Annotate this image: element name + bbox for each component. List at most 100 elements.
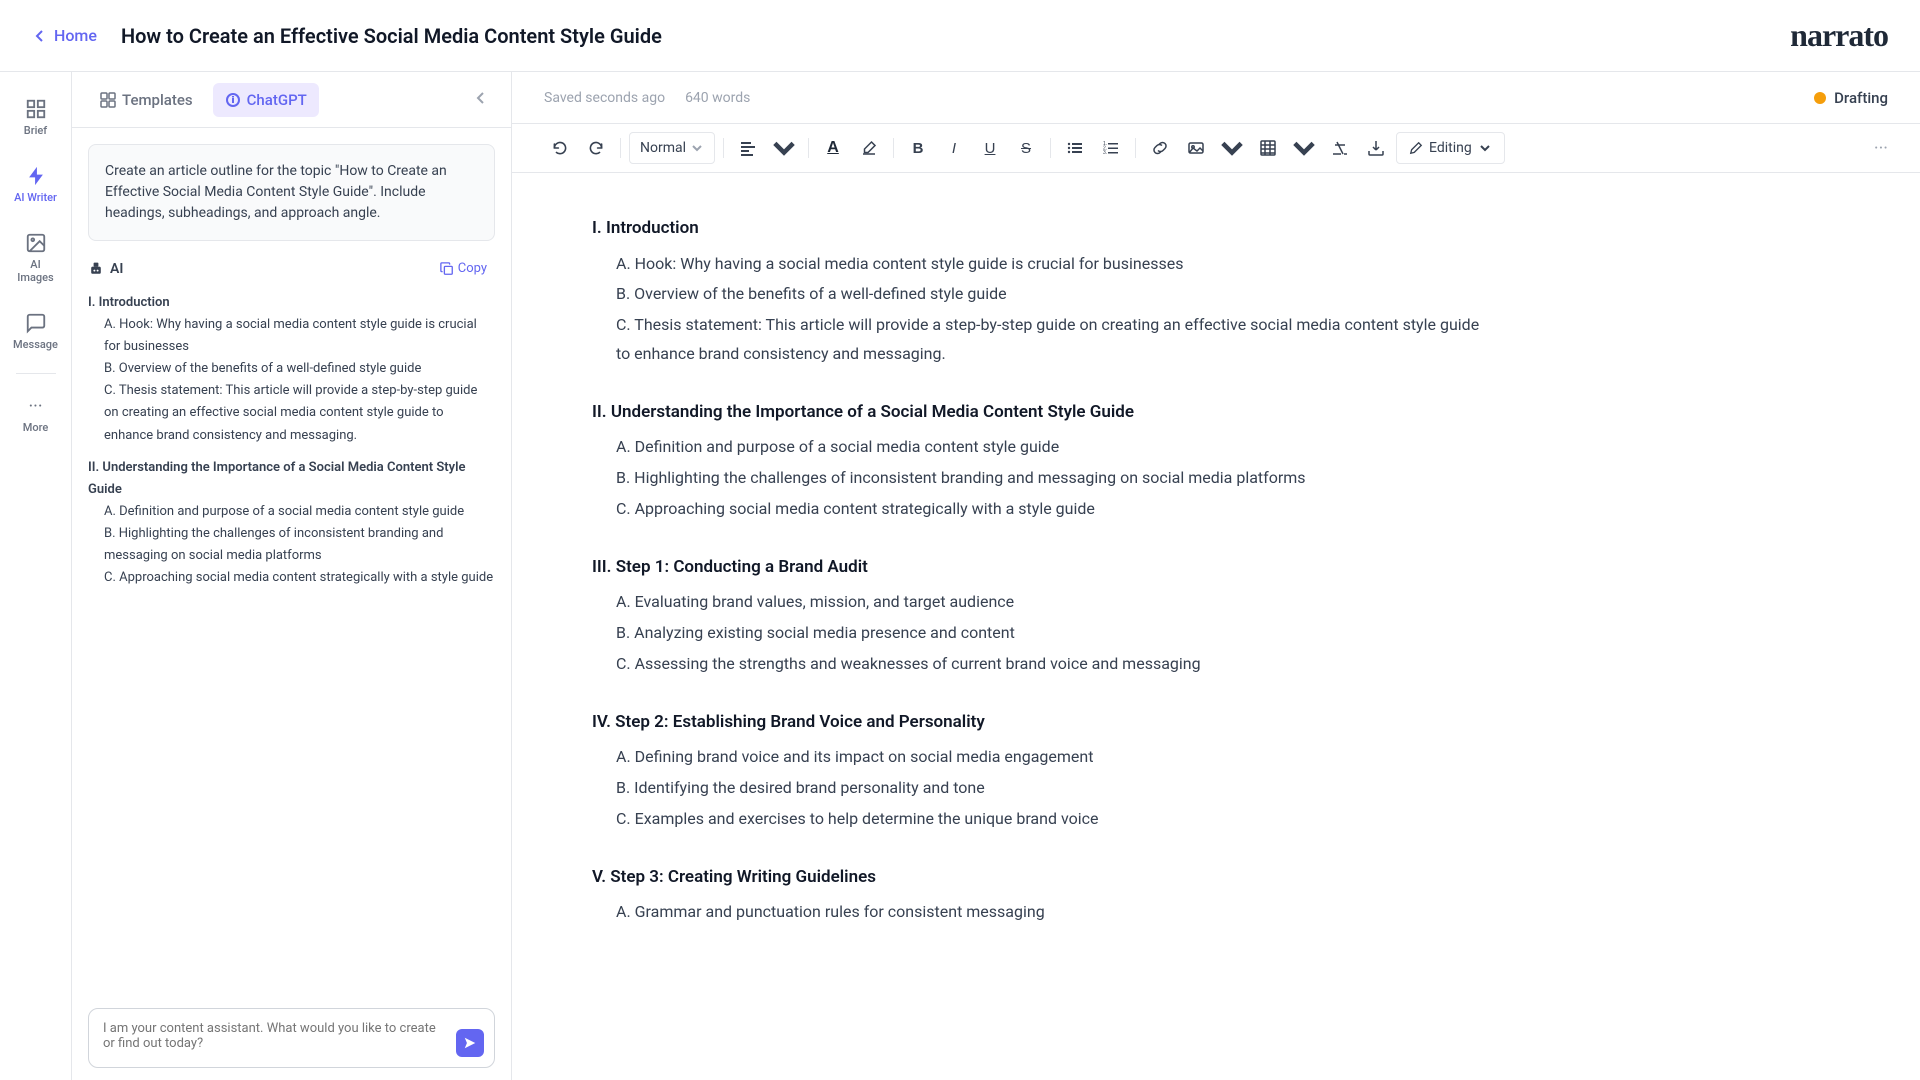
doc-item-2c: C. Approaching social media content stra… (616, 495, 1492, 524)
doc-item-2a: A. Definition and purpose of a social me… (616, 433, 1492, 462)
toolbar-more-button[interactable]: ··· (1874, 138, 1888, 159)
image-insert-button[interactable] (1180, 132, 1212, 164)
italic-icon: I (952, 140, 956, 157)
sidebar-item-more[interactable]: ··· More (4, 386, 68, 444)
text-color-icon: A (827, 139, 839, 157)
drafting-label: Drafting (1834, 89, 1888, 107)
highlight-icon (861, 140, 877, 156)
editing-label: Editing (1429, 140, 1472, 156)
outline-item-1: A. Hook: Why having a social media conte… (104, 314, 495, 358)
export-icon (1368, 140, 1384, 156)
italic-button[interactable]: I (938, 132, 970, 164)
top-bar: Home How to Create an Effective Social M… (0, 0, 1920, 72)
doc-item-3a: A. Evaluating brand values, mission, and… (616, 588, 1492, 617)
toolbar-divider-1 (620, 138, 621, 158)
main-layout: Brief AI Writer AI Images Message ··· Mo… (0, 72, 1920, 1080)
numbered-list-icon: 1.2.3. (1103, 140, 1119, 156)
highlight-button[interactable] (853, 132, 885, 164)
link-button[interactable] (1144, 132, 1176, 164)
doc-item-4c: C. Examples and exercises to help determ… (616, 805, 1492, 834)
section-title-4: IV. Step 2: Establishing Brand Voice and… (592, 707, 1492, 738)
bullet-list-button[interactable] (1059, 132, 1091, 164)
sidebar-item-brief[interactable]: Brief (4, 88, 68, 147)
sidebar-item-ai-writer[interactable]: AI Writer (4, 155, 68, 214)
numbered-list-button[interactable]: 1.2.3. (1095, 132, 1127, 164)
editing-dropdown[interactable]: Editing (1396, 132, 1505, 164)
chat-icon (25, 312, 47, 334)
copy-icon (440, 262, 454, 276)
doc-section-2: II. Understanding the Importance of a So… (592, 397, 1492, 524)
doc-section-3: III. Step 1: Conducting a Brand Audit A.… (592, 552, 1492, 679)
doc-section-5: V. Step 3: Creating Writing Guidelines A… (592, 862, 1492, 927)
templates-icon (100, 92, 116, 108)
section-title-2: II. Understanding the Importance of a So… (592, 397, 1492, 428)
sidebar-icons: Brief AI Writer AI Images Message ··· Mo… (0, 72, 72, 1080)
outline-item-4: II. Understanding the Importance of a So… (88, 457, 495, 501)
saved-text: Saved seconds ago (544, 90, 665, 106)
ai-section: AI Copy I. Introduction A. Hook: Why hav… (72, 257, 511, 996)
doc-section-4: IV. Step 2: Establishing Brand Voice and… (592, 707, 1492, 834)
ai-label: AI (88, 261, 123, 277)
undo-icon (552, 140, 568, 156)
copy-button[interactable]: Copy (432, 257, 495, 280)
sidebar-item-message[interactable]: Message (4, 302, 68, 361)
toolbar-divider-3 (808, 138, 809, 158)
doc-item-2b: B. Highlighting the challenges of incons… (616, 464, 1492, 493)
narrato-logo: narrato (1790, 17, 1888, 54)
doc-section-1: I. Introduction A. Hook: Why having a so… (592, 213, 1492, 369)
doc-item-1a: A. Hook: Why having a social media conte… (616, 250, 1492, 279)
image-icon (25, 232, 47, 254)
chat-input[interactable] (89, 1009, 494, 1063)
toolbar-divider-5 (1050, 138, 1051, 158)
svg-text:3.: 3. (1103, 150, 1107, 156)
send-icon (463, 1036, 477, 1050)
editor-toolbar: Normal A B I (512, 124, 1920, 173)
panel-tabs: Templates ChatGPT (72, 72, 511, 128)
editor-content[interactable]: I. Introduction A. Hook: Why having a so… (512, 173, 1920, 1080)
editing-dropdown-icon (1478, 141, 1492, 155)
doc-item-4b: B. Identifying the desired brand persona… (616, 774, 1492, 803)
chat-send-button[interactable] (456, 1029, 484, 1057)
toolbar-divider-2 (723, 138, 724, 158)
redo-button[interactable] (580, 132, 612, 164)
ai-section-header: AI Copy (88, 257, 495, 280)
undo-button[interactable] (544, 132, 576, 164)
home-link[interactable]: Home (32, 26, 97, 45)
link-icon (1152, 140, 1168, 156)
tab-chatgpt[interactable]: ChatGPT (213, 83, 319, 117)
text-color-button[interactable]: A (817, 132, 849, 164)
image-dropdown-button[interactable] (1216, 132, 1248, 164)
panel-collapse-btn[interactable] (465, 83, 495, 117)
table-button[interactable] (1252, 132, 1284, 164)
strikethrough-button[interactable]: S (1010, 132, 1042, 164)
style-dropdown-icon (690, 141, 704, 155)
redo-icon (588, 140, 604, 156)
doc-item-3b: B. Analyzing existing social media prese… (616, 619, 1492, 648)
dots-icon: ··· (28, 396, 42, 417)
chatgpt-icon (225, 92, 241, 108)
style-select[interactable]: Normal (629, 132, 715, 164)
table-dropdown-button[interactable] (1288, 132, 1320, 164)
home-label: Home (54, 26, 97, 45)
message-label: Message (13, 338, 58, 351)
format-clear-button[interactable] (1324, 132, 1356, 164)
align-left-button[interactable] (732, 132, 764, 164)
align-dropdown-button[interactable] (768, 132, 800, 164)
drafting-badge: Drafting (1814, 89, 1888, 107)
sidebar-item-ai-images[interactable]: AI Images (4, 222, 68, 294)
ai-images-label: AI Images (12, 258, 60, 284)
editor-topbar: Saved seconds ago 640 words Drafting (512, 72, 1920, 124)
outline-item-3: C. Thesis statement: This article will p… (104, 380, 495, 446)
export-button[interactable] (1360, 132, 1392, 164)
sidebar-divider (16, 373, 56, 374)
tab-templates[interactable]: Templates (88, 83, 205, 117)
editor-meta: Saved seconds ago 640 words (544, 90, 750, 106)
outline-item-7: C. Approaching social media content stra… (104, 567, 495, 589)
bold-button[interactable]: B (902, 132, 934, 164)
editor-area: Saved seconds ago 640 words Drafting Nor… (512, 72, 1920, 1080)
chevron-left-panel-icon (471, 89, 489, 107)
outline-item-6: B. Highlighting the challenges of incons… (104, 523, 495, 567)
underline-button[interactable]: U (974, 132, 1006, 164)
table-icon (1260, 140, 1276, 156)
more-label: More (23, 421, 49, 434)
